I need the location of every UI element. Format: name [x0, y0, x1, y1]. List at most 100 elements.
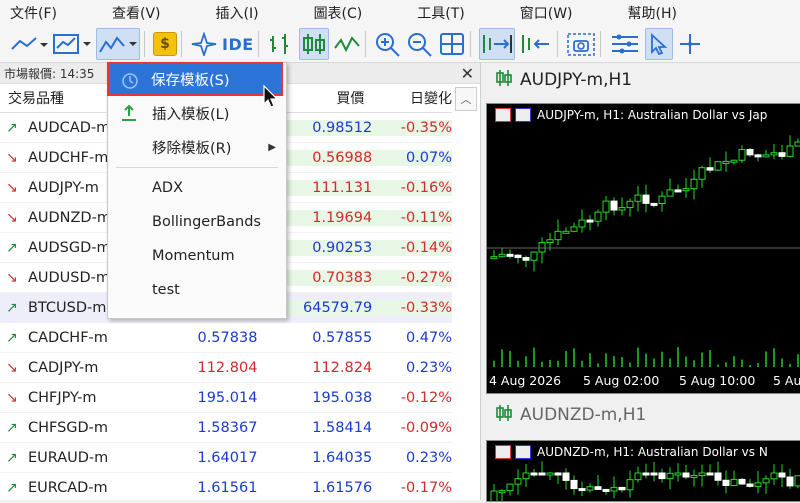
arrow-up-icon: ↗ — [6, 299, 18, 316]
sparkle-icon[interactable] — [190, 29, 218, 59]
candle-body — [778, 472, 786, 478]
candle-body — [546, 472, 554, 476]
arrow-up-icon: ↗ — [6, 419, 18, 436]
mouse-cursor-icon — [262, 84, 280, 114]
candle-body — [490, 256, 498, 260]
ask-cell: 112.824 — [312, 359, 373, 376]
crosshair-icon[interactable] — [677, 29, 703, 59]
candle-body — [714, 161, 722, 171]
candle-body — [730, 159, 738, 163]
table-row[interactable]: ↘ CADJPY-m 112.804 112.824 0.23% — [0, 353, 452, 383]
dollar-icon[interactable]: $ — [153, 29, 177, 59]
line-chart-type-icon[interactable] — [333, 29, 361, 59]
template-item-test[interactable]: test — [108, 273, 286, 307]
change-cell: -0.12% — [400, 389, 453, 406]
remove-template-menu-item[interactable]: 移除模板(R) ▶ — [108, 130, 286, 164]
candle-body — [690, 178, 698, 190]
menu-help[interactable]: 幫助(H) — [610, 3, 677, 23]
zoom-in-icon[interactable] — [374, 29, 402, 59]
ide-button[interactable]: IDE — [222, 29, 254, 59]
candle-body — [674, 472, 682, 476]
close-icon[interactable]: ✕ — [461, 64, 474, 83]
arrow-up-icon: ↗ — [6, 119, 18, 136]
change-column-header[interactable]: 日變化 — [364, 88, 452, 108]
candle-body — [650, 202, 658, 206]
menu-insert[interactable]: 插入(I) — [198, 3, 259, 23]
candlestick-icon[interactable] — [298, 28, 329, 60]
candle-body — [770, 152, 778, 156]
arrow-down-icon: ↘ — [6, 149, 18, 166]
chart-header-text: AUDJPY-m, H1: Australian Dollar vs Jap — [537, 108, 768, 122]
chart-template-icon[interactable] — [52, 29, 92, 59]
candle-body — [498, 490, 506, 494]
table-row[interactable]: ↗ EURCAD-m 1.61561 1.61576 -0.17% — [0, 473, 452, 503]
chart-window-audjpy[interactable]: AUDJPY-m,H1 AUDJPY-m, H1: Australian Dol… — [482, 63, 800, 394]
table-row[interactable]: ↗ CHFSGD-m 1.58367 1.58414 -0.09% — [0, 413, 452, 443]
change-cell: -0.14% — [372, 239, 453, 256]
auto-scroll-icon[interactable] — [478, 28, 515, 60]
candle-body — [618, 207, 626, 211]
bar-chart-icon[interactable] — [267, 29, 295, 59]
candle-body — [722, 160, 730, 164]
menu-tools[interactable]: 工具(T) — [399, 3, 464, 23]
zoom-out-icon[interactable] — [406, 29, 434, 59]
bid-cell: 1.58367 — [197, 419, 258, 436]
flag-icon — [515, 108, 531, 122]
candle-body — [706, 472, 714, 476]
candle-body — [506, 483, 514, 492]
line-chart-icon[interactable] — [10, 29, 48, 59]
insert-template-menu-item[interactable]: 插入模板(L) — [108, 96, 286, 130]
time-axis-label: 5 Aug 10:00 — [679, 373, 756, 388]
symbol-cell: EURAUD-m — [27, 449, 109, 466]
chart-header: AUDNZD-m, H1: Australian Dollar vs N — [495, 445, 768, 459]
submenu-arrow-icon: ▶ — [268, 141, 276, 153]
templates-dropdown-icon[interactable] — [96, 28, 140, 60]
chart-area-audnzd[interactable]: AUDNZD-m, H1: Australian Dollar vs N — [486, 440, 800, 502]
chart-shift-icon[interactable] — [519, 29, 553, 59]
candlestick-chart — [487, 135, 800, 367]
menu-file[interactable]: 文件(F) — [0, 3, 57, 23]
table-row[interactable]: ↘ CHFJPY-m 195.014 195.038 -0.12% — [0, 383, 452, 413]
chart-area-audjpy[interactable]: AUDJPY-m, H1: Australian Dollar vs Jap 4… — [486, 103, 800, 394]
candle-body — [562, 230, 570, 234]
scroll-up-icon[interactable]: ︿ — [455, 87, 477, 111]
candle-body — [642, 194, 650, 204]
candle-body — [538, 242, 546, 253]
ask-cell: 1.61576 — [312, 479, 373, 496]
change-cell: -0.27% — [372, 269, 453, 286]
candle-body — [762, 154, 770, 158]
indicators-list-icon[interactable] — [609, 29, 641, 59]
table-row[interactable]: ↗ EURAUD-m 1.64017 1.64035 0.23% — [0, 443, 452, 473]
arrow-up-icon: ↗ — [6, 329, 18, 346]
symbol-cell: CADCHF-m — [27, 329, 108, 346]
cursor-tool-icon[interactable] — [644, 28, 673, 60]
menu-view[interactable]: 查看(V) — [94, 3, 161, 23]
change-cell: 0.23% — [405, 359, 453, 376]
menu-window[interactable]: 窗口(W) — [502, 3, 573, 23]
menu-item-label: 保存模板(S) — [151, 72, 230, 89]
chart-window-audnzd[interactable]: AUDNZD-m,H1 AUDNZD-m, H1: Australian Dol… — [482, 398, 800, 502]
change-cell: 0.07% — [372, 149, 453, 166]
arrow-down-icon: ↘ — [6, 269, 18, 286]
symbol-cell: EURCAD-m — [27, 479, 108, 496]
chart-title-text: AUDNZD-m,H1 — [520, 405, 647, 425]
candle-body — [570, 479, 578, 490]
candle-body — [658, 195, 666, 205]
candle-body — [506, 253, 514, 257]
arrow-up-icon: ↗ — [6, 479, 18, 496]
menu-charts[interactable]: 圖表(C) — [296, 3, 363, 23]
template-item-momentum[interactable]: Momentum — [108, 239, 286, 273]
save-template-menu-item[interactable]: 保存模板(S) — [107, 62, 283, 96]
tile-windows-icon[interactable] — [438, 29, 466, 59]
candle-body — [642, 472, 650, 476]
table-row[interactable]: ↗ CADCHF-m 0.57838 0.57855 0.47% — [0, 323, 452, 353]
template-item-bollingerbands[interactable]: BollingerBands — [108, 205, 286, 239]
menu-separator — [116, 167, 278, 168]
template-item-adx[interactable]: ADX — [108, 171, 286, 205]
screenshot-icon[interactable] — [566, 29, 596, 59]
arrow-down-icon: ↘ — [6, 179, 18, 196]
arrow-down-icon: ↘ — [6, 389, 18, 406]
candle-body — [634, 472, 642, 481]
toolbar: $ IDE — [0, 26, 800, 63]
menu-bar: 文件(F) 查看(V) 插入(I) 圖表(C) 工具(T) 窗口(W) 幫助(H… — [0, 0, 800, 26]
